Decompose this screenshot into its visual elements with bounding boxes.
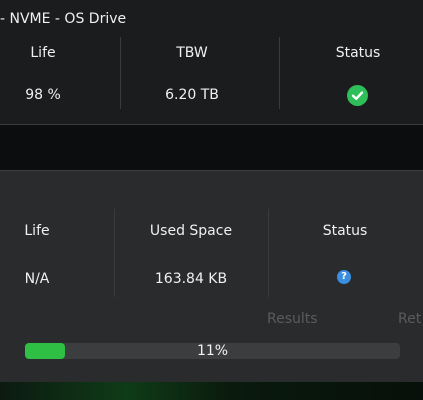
section-gap: [0, 125, 423, 170]
column-divider: [120, 37, 121, 109]
drive-title: - NVME - OS Drive: [0, 11, 127, 27]
check-circle-icon: [347, 85, 368, 106]
progress-bar: 11%: [25, 343, 400, 359]
check-mark-glyph: [351, 91, 364, 100]
app-root: - NVME - OS Drive Life 98 % TBW 6.20 TB …: [0, 0, 423, 400]
column-divider: [279, 37, 280, 109]
ret-label[interactable]: Ret: [398, 311, 421, 327]
column-divider: [268, 209, 269, 297]
progress-label: 11%: [196, 343, 229, 359]
life-value: 98 %: [25, 87, 61, 103]
life-header: Life: [24, 223, 50, 239]
used-space-header: Used Space: [149, 223, 233, 239]
tbw-value: 6.20 TB: [165, 87, 219, 103]
status-header: Status: [322, 223, 368, 239]
drive-card-top: - NVME - OS Drive Life 98 % TBW 6.20 TB …: [0, 0, 423, 125]
used-space-value: 163.84 KB: [154, 271, 228, 287]
tbw-header: TBW: [176, 45, 208, 61]
results-label[interactable]: Results: [267, 311, 318, 327]
help-circle-icon[interactable]: ?: [337, 270, 351, 284]
status-header: Status: [335, 45, 381, 61]
column-divider: [114, 209, 115, 297]
background-art: [0, 382, 423, 400]
life-value: N/A: [24, 271, 50, 287]
life-header: Life: [30, 45, 56, 61]
